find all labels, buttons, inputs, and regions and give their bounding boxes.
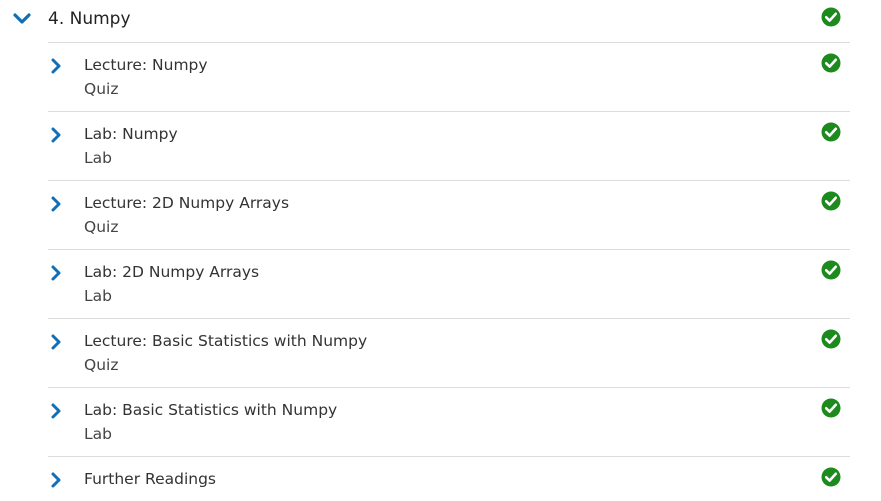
unit-row[interactable]: Lecture: Numpy Quiz (0, 43, 881, 111)
check-circle-icon (821, 260, 841, 280)
unit-title[interactable]: Further Readings (84, 469, 216, 489)
chevron-down-icon[interactable] (13, 12, 31, 26)
check-circle-icon (821, 122, 841, 142)
chevron-right-icon[interactable] (50, 195, 62, 213)
unit-row[interactable]: Lecture: Basic Statistics with Numpy Qui… (0, 319, 881, 387)
unit-row[interactable]: Lecture: 2D Numpy Arrays Quiz (0, 181, 881, 249)
unit-title[interactable]: Lab: Basic Statistics with Numpy (84, 400, 337, 420)
unit-type: Quiz (84, 218, 119, 236)
unit-row[interactable]: Lab: Numpy Lab (0, 112, 881, 180)
unit-row[interactable]: Lab: Basic Statistics with Numpy Lab (0, 388, 881, 456)
chevron-right-icon[interactable] (50, 57, 62, 75)
unit-type: Lab (84, 425, 112, 443)
course-outline: 4. Numpy Lecture: Numpy Quiz Lab: Numpy … (0, 0, 881, 501)
chevron-right-icon[interactable] (50, 402, 62, 420)
chevron-right-icon[interactable] (50, 126, 62, 144)
check-circle-icon (821, 329, 841, 349)
check-circle-icon (821, 53, 841, 73)
unit-title[interactable]: Lab: 2D Numpy Arrays (84, 262, 259, 282)
chevron-right-icon[interactable] (50, 264, 62, 282)
unit-title[interactable]: Lecture: 2D Numpy Arrays (84, 193, 289, 213)
unit-type: Quiz (84, 80, 119, 98)
check-circle-icon (821, 7, 841, 27)
unit-type: Lab (84, 149, 112, 167)
check-circle-icon (821, 191, 841, 211)
unit-row[interactable]: Further Readings (0, 457, 881, 501)
unit-title[interactable]: Lecture: Numpy (84, 55, 208, 75)
unit-type: Quiz (84, 356, 119, 374)
chevron-right-icon[interactable] (50, 471, 62, 489)
unit-title[interactable]: Lecture: Basic Statistics with Numpy (84, 331, 367, 351)
chevron-right-icon[interactable] (50, 333, 62, 351)
unit-title[interactable]: Lab: Numpy (84, 124, 178, 144)
check-circle-icon (821, 467, 841, 487)
unit-row[interactable]: Lab: 2D Numpy Arrays Lab (0, 250, 881, 318)
section-header-numpy[interactable]: 4. Numpy (0, 0, 881, 42)
check-circle-icon (821, 398, 841, 418)
unit-type: Lab (84, 287, 112, 305)
section-title: 4. Numpy (48, 9, 131, 29)
